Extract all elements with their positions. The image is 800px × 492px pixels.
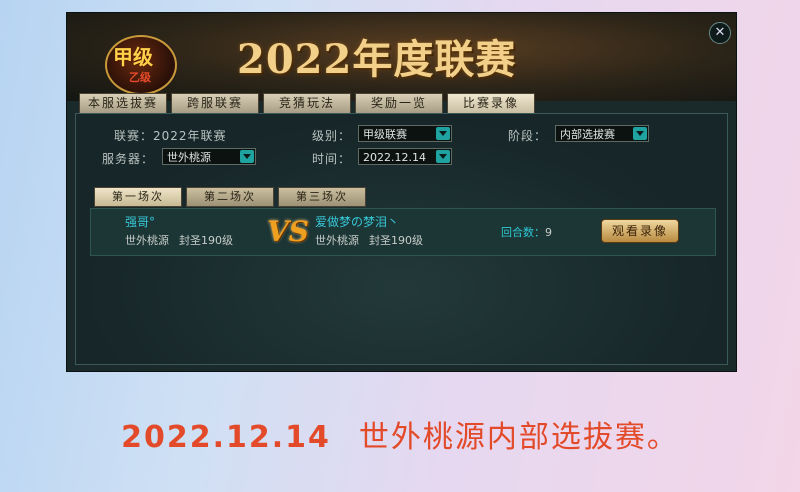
player2-title: 封圣190级 [369,234,423,247]
player1-server: 世外桃源 [125,234,169,247]
rounds-count: 回合数：9 [501,224,552,240]
match-row: 强哥° 世外桃源 封圣190级 VS 爱做梦の梦泪丶 世外桃源 封圣190级 回… [90,208,716,256]
chevron-down-icon [436,150,450,163]
stage-select[interactable]: 内部选拔赛 [555,125,649,142]
logo-bottom-text: 乙级 [129,71,151,84]
server-label: 服务器： [102,152,155,166]
server-select[interactable]: 世外桃源 [162,148,256,165]
time-select[interactable]: 2022.12.14 [358,148,452,165]
tab-betting[interactable]: 竞猜玩法 [263,93,351,114]
tab-local-selection[interactable]: 本服选拔赛 [79,93,167,114]
player2-server: 世外桃源 [315,234,359,247]
league-window: 甲级 乙级 2022年度联赛 ✕ 本服选拔赛 跨服联赛 竞猜玩法 奖励一览 比赛… [66,12,737,372]
tab-round-2[interactable]: 第二场次 [186,187,274,207]
player1-title: 封圣190级 [179,234,233,247]
caption: 2022.12.14 世外桃源内部选拔赛。 [0,412,800,456]
player2-name: 爱做梦の梦泪丶 [315,215,400,229]
tab-replays[interactable]: 比赛录像 [447,93,535,114]
logo-top-text: 甲级 [113,45,153,69]
league-label: 联赛：2022年联赛 [114,129,227,143]
time-label: 时间： [312,152,352,166]
tab-rewards[interactable]: 奖励一览 [355,93,443,114]
caption-text: 世外桃源内部选拔赛。 [358,420,679,455]
level-label: 级别： [312,129,352,143]
banner-title: 2022年度联赛 [237,36,517,83]
caption-date: 2022.12.14 [121,420,331,455]
chevron-down-icon [633,127,647,140]
rounds-label: 回合数： [501,226,545,239]
close-button[interactable]: ✕ [709,22,731,44]
watch-replay-button[interactable]: 观看录像 [601,219,679,243]
rounds-value: 9 [545,226,552,239]
tab-round-1[interactable]: 第一场次 [94,187,182,207]
chevron-down-icon [240,150,254,163]
chevron-down-icon [436,127,450,140]
close-icon: ✕ [714,25,726,40]
level-value: 甲级联赛 [363,128,407,141]
replay-panel: 联赛：2022年联赛 级别： 甲级联赛 阶段： 内部选拔赛 服务器： 世外桃源 … [75,113,728,365]
time-value: 2022.12.14 [363,151,426,164]
level-select[interactable]: 甲级联赛 [358,125,452,142]
player1-name: 强哥° [125,215,156,229]
tab-cross-server[interactable]: 跨服联赛 [171,93,259,114]
stage-value: 内部选拔赛 [560,128,615,141]
stage-label: 阶段： [508,129,548,143]
vs-emblem: VS [267,215,309,248]
tab-round-3[interactable]: 第三场次 [278,187,366,207]
league-logo: 甲级 乙级 [105,35,177,95]
banner: 甲级 乙级 2022年度联赛 ✕ [67,13,736,101]
server-value: 世外桃源 [167,151,211,164]
